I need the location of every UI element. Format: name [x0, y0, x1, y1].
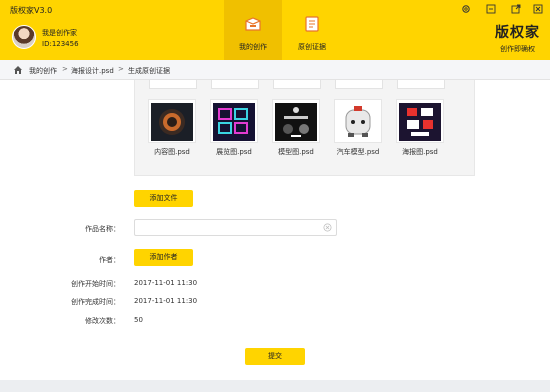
submit-button[interactable]: 提交	[245, 348, 305, 365]
author-label: 作者：	[99, 256, 120, 264]
edit-count-value: 50	[134, 316, 143, 324]
edit-count-label: 修改次数：	[85, 317, 120, 325]
file-tile-partial	[397, 80, 445, 89]
file-tile[interactable]: 内容图.psd	[148, 99, 196, 157]
end-time-label: 创作完成时间：	[71, 298, 120, 306]
image-thumbnail	[399, 103, 441, 141]
popout-icon[interactable]	[511, 4, 521, 14]
image-thumbnail	[275, 103, 317, 141]
box-icon	[245, 17, 261, 31]
file-name: 汽车模型.psd	[336, 148, 380, 156]
home-icon[interactable]	[13, 65, 23, 75]
tab-my-works[interactable]: 我的创作	[224, 0, 282, 60]
file-thumbnail	[396, 99, 444, 143]
brand-name: 版权家	[495, 25, 540, 41]
end-time-value: 2017-11-01 11:30	[134, 297, 198, 305]
image-thumbnail	[151, 103, 193, 141]
file-tile[interactable]: 汽车模型.psd	[334, 99, 382, 157]
minimize-icon[interactable]	[486, 4, 496, 14]
add-file-button[interactable]: 添加文件	[134, 190, 193, 207]
file-tile[interactable]: 模型图.psd	[272, 99, 320, 157]
add-author-button[interactable]: 添加作者	[134, 249, 193, 266]
close-icon[interactable]	[533, 4, 543, 14]
file-name: 内容图.psd	[154, 148, 190, 156]
app-title: 版权家V3.0	[10, 6, 53, 15]
file-name: 海报图.psd	[402, 148, 438, 156]
start-time-label: 创作开始时间：	[71, 280, 120, 288]
breadcrumb-separator: >	[62, 65, 68, 73]
document-icon	[305, 16, 319, 32]
breadcrumb-item[interactable]: 海报设计.psd	[71, 66, 114, 76]
start-time-value: 2017-11-01 11:30	[134, 279, 198, 287]
brand-slogan: 创作即确权	[500, 45, 535, 53]
file-tile[interactable]: 展览图.psd	[210, 99, 258, 157]
settings-icon[interactable]	[461, 4, 471, 14]
file-thumbnail	[210, 99, 258, 143]
image-thumbnail	[337, 103, 379, 141]
user-name: 我是创作家	[42, 29, 77, 37]
user-id: ID:123456	[42, 40, 79, 48]
top-bar: 版权家V3.0 我是创作家 ID:123456 我的创作 原创证据 版权家 创作…	[0, 0, 550, 60]
file-tile[interactable]: 海报图.psd	[396, 99, 444, 157]
file-tile-partial	[273, 80, 321, 89]
file-thumbnail	[334, 99, 382, 143]
tab-original-evidence[interactable]: 原创证据	[283, 0, 341, 60]
clear-icon[interactable]	[323, 223, 332, 232]
breadcrumb-separator: >	[118, 65, 124, 73]
work-name-input[interactable]	[134, 219, 337, 236]
file-name: 模型图.psd	[278, 148, 314, 156]
work-name-label: 作品名称：	[85, 225, 120, 233]
avatar[interactable]	[12, 25, 36, 49]
file-tile-partial	[335, 80, 383, 89]
file-tile-partial	[149, 80, 197, 89]
breadcrumb-item[interactable]: 我的创作	[29, 66, 57, 76]
tab-label: 我的创作	[239, 43, 267, 51]
footer-strip	[0, 380, 550, 392]
breadcrumb-item: 生成原创证据	[128, 67, 170, 75]
file-thumbnail	[272, 99, 320, 143]
file-name: 展览图.psd	[216, 148, 252, 156]
file-thumbnail	[148, 99, 196, 143]
image-thumbnail	[213, 103, 255, 141]
file-tile-partial	[211, 80, 259, 89]
brand-logo: 版权家 创作即确权	[495, 22, 540, 54]
tab-label: 原创证据	[298, 43, 326, 51]
breadcrumb: 我的创作 > 海报设计.psd > 生成原创证据	[0, 60, 550, 80]
